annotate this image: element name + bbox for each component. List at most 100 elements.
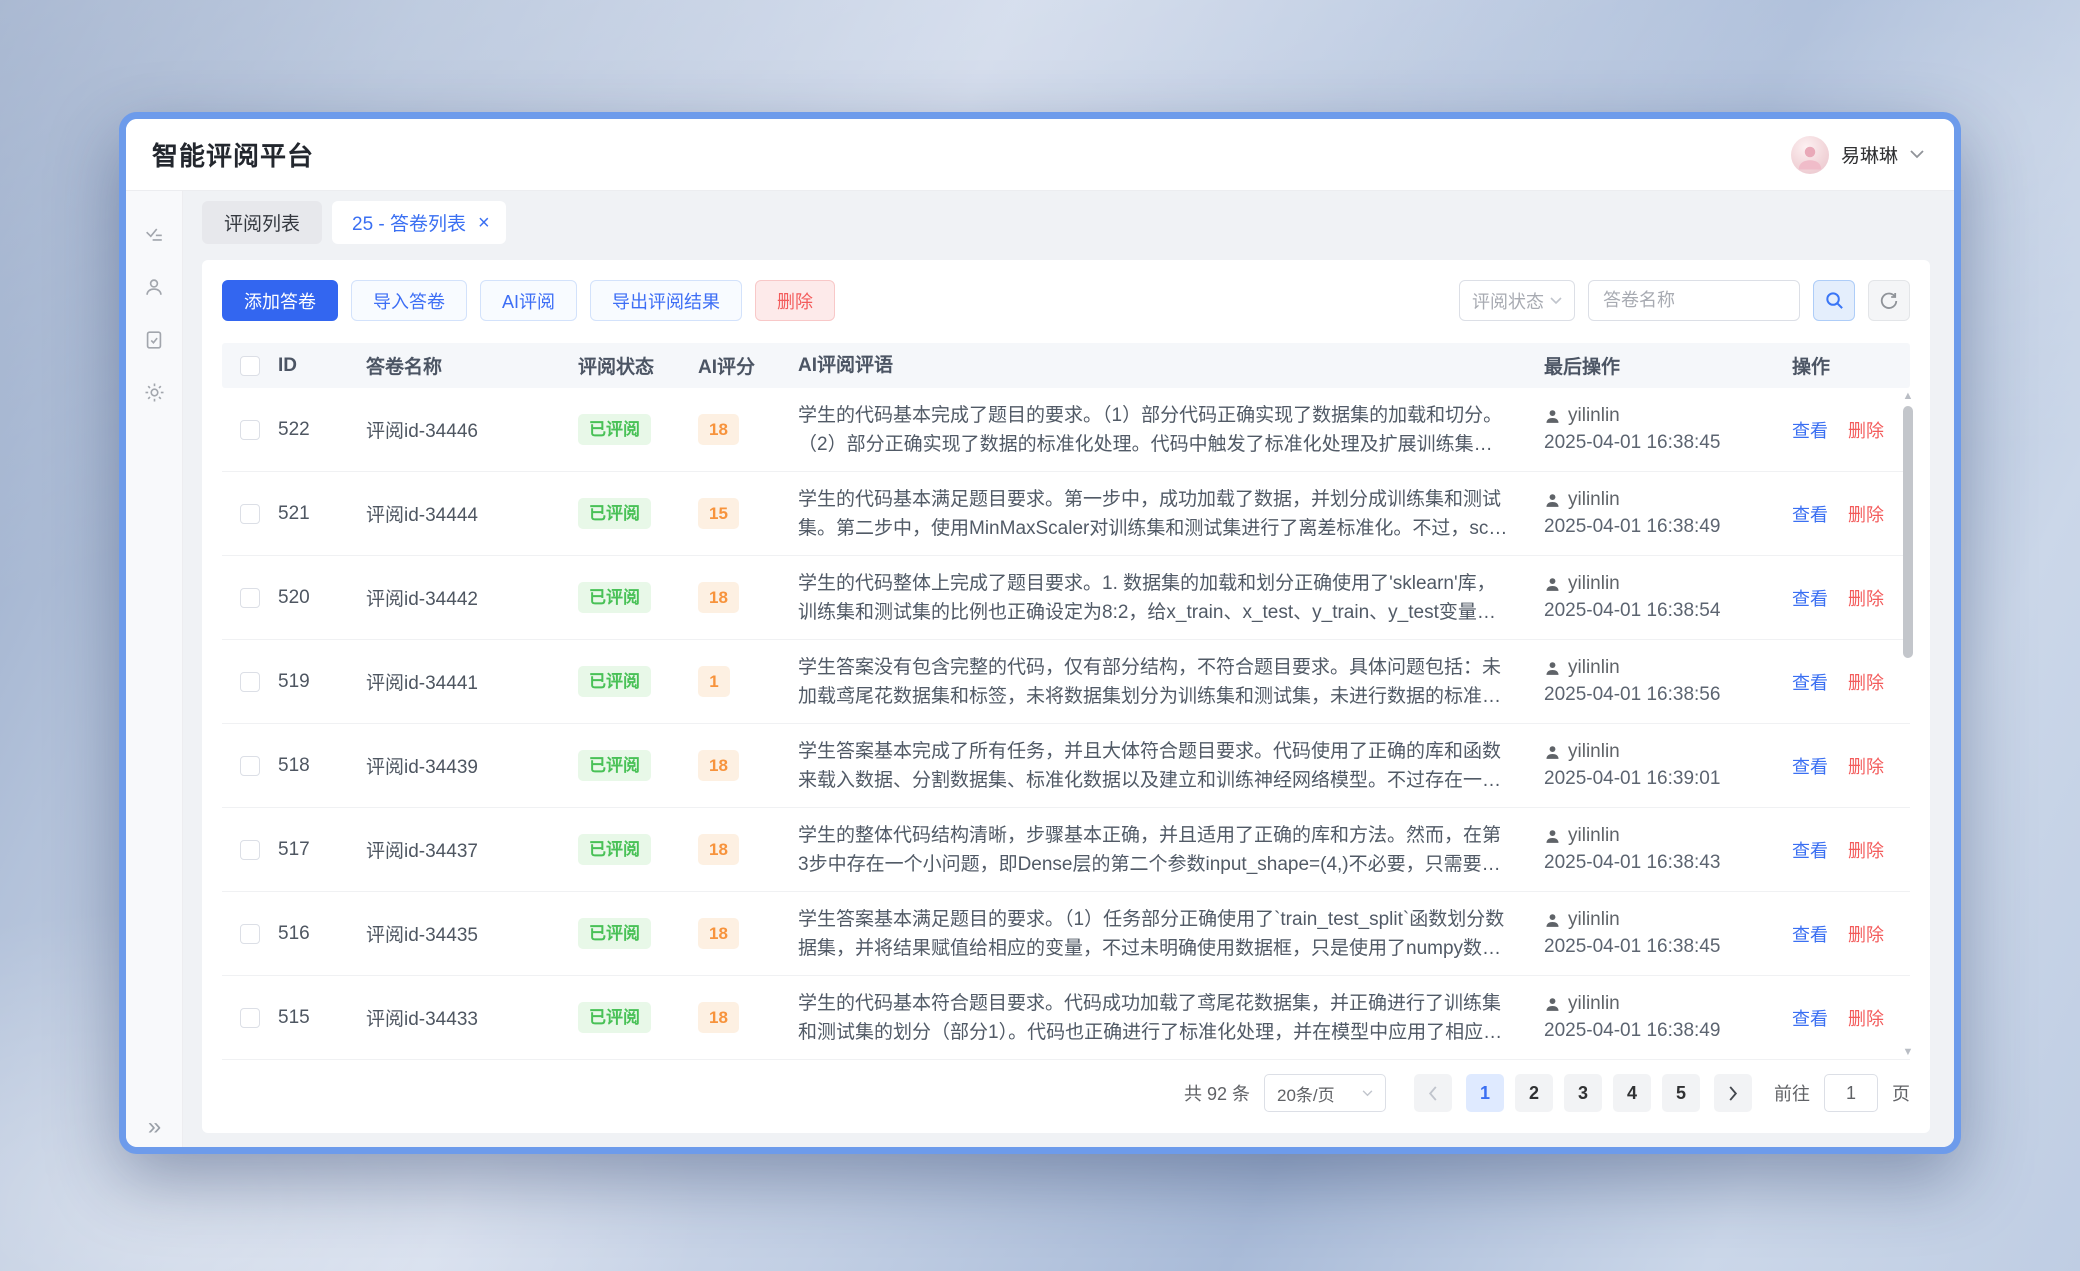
status-filter-select[interactable]: 评阅状态 [1459, 280, 1575, 321]
delete-link[interactable]: 删除 [1848, 921, 1884, 947]
header-status: 评阅状态 [578, 352, 698, 379]
row-checkbox[interactable] [240, 924, 260, 944]
ai-comment: 学生的代码基本满足题目要求。第一步中，成功加载了数据，并划分成训练集和测试集。第… [798, 485, 1544, 543]
pagination: 共 92 条 20条/页 [222, 1060, 1910, 1126]
ai-review-button[interactable]: AI评阅 [480, 280, 577, 321]
table-row: 521 评阅id-34444 已评阅 15 学生的代码基本满足题目要求。第一步中… [222, 472, 1910, 556]
chevron-down-icon [1910, 150, 1924, 159]
ai-comment: 学生的代码整体上完成了题目要求。1. 数据集的加载和划分正确使用了'sklear… [798, 569, 1544, 627]
score-badge: 18 [698, 834, 739, 865]
view-link[interactable]: 查看 [1792, 1005, 1828, 1031]
view-link[interactable]: 查看 [1792, 501, 1828, 527]
row-checkbox[interactable] [240, 588, 260, 608]
delete-button[interactable]: 删除 [755, 280, 835, 321]
answer-name: 评阅id-34446 [366, 416, 578, 443]
import-answer-button[interactable]: 导入答卷 [351, 280, 467, 321]
sidebar-item-review-checklist[interactable] [126, 207, 183, 260]
operation-time: 2025-04-01 16:39:01 [1544, 768, 1782, 790]
row-checkbox[interactable] [240, 840, 260, 860]
scrollbar-thumb[interactable] [1903, 406, 1913, 658]
view-link[interactable]: 查看 [1792, 669, 1828, 695]
checklist-icon [143, 223, 165, 245]
view-link[interactable]: 查看 [1792, 921, 1828, 947]
person-icon [1544, 912, 1561, 929]
score-badge: 1 [698, 666, 730, 697]
sidebar-expand-icon[interactable]: » [126, 1115, 183, 1139]
delete-link[interactable]: 删除 [1848, 417, 1884, 443]
tab-answer-list[interactable]: 25 - 答卷列表 × [332, 201, 506, 244]
close-icon[interactable]: × [478, 213, 490, 233]
row-checkbox[interactable] [240, 1008, 260, 1028]
status-badge: 已评阅 [578, 666, 651, 697]
delete-link[interactable]: 删除 [1848, 501, 1884, 527]
status-badge: 已评阅 [578, 498, 651, 529]
operator-name: yilinlin [1568, 825, 1620, 847]
sidebar-item-users[interactable] [126, 260, 183, 313]
status-badge: 已评阅 [578, 414, 651, 445]
person-icon [1544, 576, 1561, 593]
main-content: 评阅列表 25 - 答卷列表 × 添加答卷导入答卷AI评阅导出评阅结果删除 评阅… [183, 191, 1954, 1147]
page-button-2[interactable]: 2 [1515, 1074, 1553, 1112]
answer-name-input[interactable] [1588, 280, 1800, 321]
answer-name: 评阅id-34441 [366, 668, 578, 695]
page-unit-label: 页 [1892, 1080, 1910, 1106]
row-checkbox[interactable] [240, 420, 260, 440]
person-icon [1544, 492, 1561, 509]
operator-name: yilinlin [1568, 993, 1620, 1015]
last-operation: yilinlin 2025-04-01 16:38:56 [1544, 657, 1792, 706]
page-size-select[interactable]: 20条/页 [1264, 1074, 1386, 1112]
user-menu[interactable]: 易琳琳 [1791, 136, 1924, 174]
delete-link[interactable]: 删除 [1848, 753, 1884, 779]
table-body: 522 评阅id-34446 已评阅 18 学生的代码基本完成了题目的要求。（1… [222, 388, 1910, 1060]
person-icon [1544, 408, 1561, 425]
sidebar-item-settings[interactable] [126, 366, 183, 419]
operation-time: 2025-04-01 16:38:54 [1544, 600, 1782, 622]
goto-page-input[interactable] [1824, 1074, 1878, 1112]
delete-link[interactable]: 删除 [1848, 837, 1884, 863]
delete-link[interactable]: 删除 [1848, 585, 1884, 611]
row-id: 516 [278, 923, 366, 945]
next-page-button[interactable] [1714, 1074, 1752, 1112]
scroll-up-icon[interactable]: ▲ [1902, 390, 1914, 402]
select-all-checkbox[interactable] [240, 356, 260, 376]
page-button-5[interactable]: 5 [1662, 1074, 1700, 1112]
operation-time: 2025-04-01 16:38:43 [1544, 852, 1782, 874]
person-icon [1544, 996, 1561, 1013]
operator-name: yilinlin [1568, 573, 1620, 595]
avatar [1791, 136, 1829, 174]
view-link[interactable]: 查看 [1792, 837, 1828, 863]
header-id: ID [278, 355, 366, 377]
table-row: 522 评阅id-34446 已评阅 18 学生的代码基本完成了题目的要求。（1… [222, 388, 1910, 472]
view-link[interactable]: 查看 [1792, 417, 1828, 443]
tab-review-list[interactable]: 评阅列表 [202, 201, 322, 244]
operator-name: yilinlin [1568, 741, 1620, 763]
page-button-1[interactable]: 1 [1466, 1074, 1504, 1112]
header-last-op: 最后操作 [1544, 352, 1792, 379]
view-link[interactable]: 查看 [1792, 753, 1828, 779]
sidebar-item-answer-sheets[interactable] [126, 313, 183, 366]
add-answer-button[interactable]: 添加答卷 [222, 280, 338, 321]
total-count: 共 92 条 [1184, 1080, 1250, 1106]
page-button-4[interactable]: 4 [1613, 1074, 1651, 1112]
table-row: 520 评阅id-34442 已评阅 18 学生的代码整体上完成了题目要求。1.… [222, 556, 1910, 640]
prev-page-button[interactable] [1414, 1074, 1452, 1112]
user-name: 易琳琳 [1841, 141, 1898, 168]
scroll-down-icon[interactable]: ▼ [1902, 1046, 1914, 1058]
delete-link[interactable]: 删除 [1848, 1005, 1884, 1031]
row-checkbox[interactable] [240, 672, 260, 692]
page-button-3[interactable]: 3 [1564, 1074, 1602, 1112]
delete-link[interactable]: 删除 [1848, 669, 1884, 695]
search-button[interactable] [1813, 280, 1855, 321]
desktop-background: 智能评阅平台 易琳琳 [0, 0, 2080, 1271]
export-results-button[interactable]: 导出评阅结果 [590, 280, 742, 321]
row-checkbox[interactable] [240, 504, 260, 524]
filter-area: 评阅状态 [1459, 280, 1910, 321]
row-checkbox[interactable] [240, 756, 260, 776]
last-operation: yilinlin 2025-04-01 16:38:49 [1544, 489, 1792, 538]
document-check-icon [143, 329, 165, 351]
operator-name: yilinlin [1568, 909, 1620, 931]
chevron-right-icon [1728, 1086, 1738, 1101]
chevron-down-icon [1550, 297, 1562, 305]
view-link[interactable]: 查看 [1792, 585, 1828, 611]
refresh-button[interactable] [1868, 280, 1910, 321]
